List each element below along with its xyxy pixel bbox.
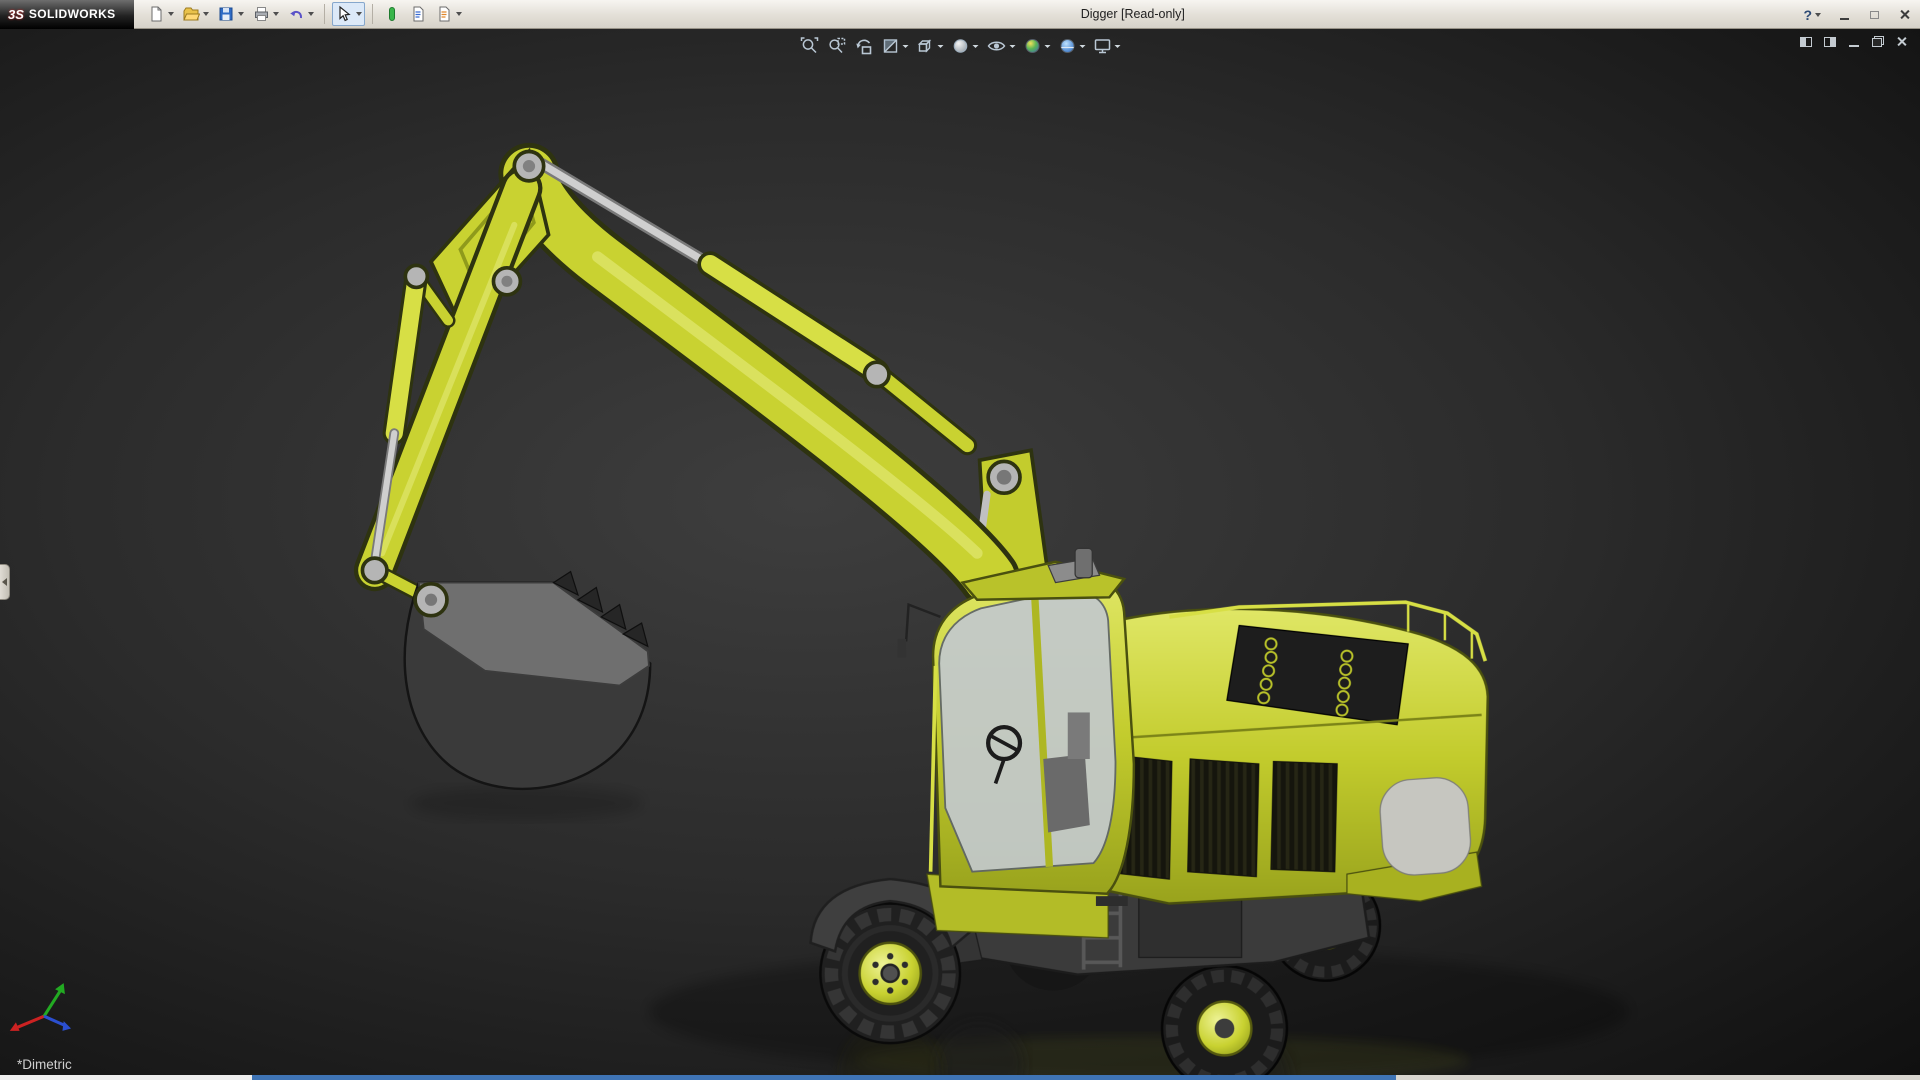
heads-up-view-toolbar	[791, 32, 1130, 60]
brand-mark: 3S	[8, 6, 24, 22]
statusbar-segment	[0, 1075, 252, 1080]
bucket	[403, 570, 652, 791]
section-view-button[interactable]	[878, 34, 912, 58]
previous-view-button[interactable]	[851, 34, 877, 58]
open-folder-icon	[183, 7, 200, 21]
previous-view-icon	[856, 39, 872, 55]
standard-toolbar	[144, 2, 465, 26]
chevron-down-icon	[356, 12, 362, 16]
new-document-button[interactable]	[144, 2, 177, 26]
chevron-down-icon	[308, 12, 314, 16]
boom-arm	[353, 142, 1051, 609]
chevron-down-icon	[902, 44, 909, 48]
chevron-down-icon	[456, 12, 462, 16]
statusbar-sliver	[0, 1075, 1920, 1080]
select-button[interactable]	[332, 2, 365, 26]
file-properties-button[interactable]	[406, 2, 430, 26]
zoom-to-area-icon	[829, 37, 846, 54]
pane-left-icon	[1799, 36, 1812, 47]
help-button[interactable]: ?	[1800, 3, 1824, 27]
section-view-icon	[883, 39, 898, 53]
undo-arrow-icon	[290, 10, 302, 19]
pane-toggle-left-button[interactable]	[1797, 34, 1814, 49]
minimize-icon	[1839, 17, 1849, 20]
close-button[interactable]	[1894, 6, 1914, 24]
chevron-down-icon	[937, 44, 944, 48]
document-title: Digger [Read-only]	[1080, 7, 1185, 21]
options-button[interactable]	[432, 2, 465, 26]
rebuild-icon	[389, 7, 395, 21]
feature-tree-expand-tab[interactable]	[0, 564, 10, 600]
help-icon: ?	[1803, 6, 1812, 23]
chevron-down-icon	[1114, 44, 1121, 48]
minimize-document-button[interactable]	[1845, 34, 1862, 49]
statusbar-segment	[1395, 1075, 1920, 1080]
select-cursor-icon	[339, 5, 351, 22]
chevron-down-icon	[1009, 44, 1016, 48]
zoom-to-fit-icon	[800, 37, 819, 54]
graphics-viewport[interactable]: *Dimetric	[0, 29, 1920, 1075]
view-settings-icon	[1094, 39, 1111, 54]
toolbar-separator	[372, 4, 373, 24]
title-bar: 3S SOLIDWORKS Digger [Read-only] ?	[0, 0, 1920, 29]
chevron-down-icon	[972, 44, 979, 48]
chevron-down-icon	[203, 12, 209, 16]
cab	[897, 547, 1136, 906]
close-icon	[1896, 36, 1907, 47]
document-window-controls	[1797, 34, 1910, 49]
display-style-icon	[953, 39, 968, 53]
apply-scene-button[interactable]	[1055, 34, 1089, 58]
edit-appearance-icon	[1025, 39, 1040, 53]
pane-right-icon	[1823, 36, 1836, 47]
chevron-down-icon	[238, 12, 244, 16]
open-button[interactable]	[179, 2, 212, 26]
display-style-button[interactable]	[948, 34, 982, 58]
minimize-icon	[1848, 45, 1859, 47]
window-controls: ?	[1800, 0, 1914, 29]
maximize-button[interactable]	[1864, 6, 1884, 24]
print-icon	[255, 7, 268, 21]
zoom-to-area-button[interactable]	[824, 34, 850, 58]
chevron-left-icon	[2, 578, 7, 586]
save-button[interactable]	[214, 2, 247, 26]
zoom-to-fit-button[interactable]	[797, 34, 823, 58]
save-floppy-icon	[219, 7, 233, 21]
chevron-down-icon	[1815, 12, 1821, 17]
minimize-button[interactable]	[1834, 6, 1854, 24]
maximize-icon	[1869, 10, 1879, 19]
view-orientation-icon	[917, 39, 932, 53]
pane-toggle-right-button[interactable]	[1821, 34, 1838, 49]
chevron-down-icon	[168, 12, 174, 16]
statusbar-progress-segment	[251, 1075, 1396, 1080]
file-properties-icon	[413, 6, 424, 22]
options-icon	[439, 6, 450, 22]
apply-scene-icon	[1060, 39, 1075, 53]
excavator-model-canvas[interactable]	[0, 29, 1920, 1075]
chevron-down-icon	[273, 12, 279, 16]
view-orientation-button[interactable]	[913, 34, 947, 58]
view-settings-button[interactable]	[1090, 34, 1124, 58]
print-button[interactable]	[249, 2, 282, 26]
reference-triad	[9, 983, 72, 1031]
edit-appearance-button[interactable]	[1020, 34, 1054, 58]
solidworks-logo: 3S SOLIDWORKS	[0, 0, 134, 29]
close-document-button[interactable]	[1893, 34, 1910, 49]
chevron-down-icon	[1044, 44, 1051, 48]
rebuild-button[interactable]	[380, 2, 404, 26]
undo-button[interactable]	[284, 2, 317, 26]
view-orientation-label: *Dimetric	[17, 1057, 72, 1072]
hide-show-items-button[interactable]	[983, 34, 1019, 58]
chevron-down-icon	[1079, 44, 1086, 48]
restore-icon	[1871, 36, 1884, 47]
brand-text: SOLIDWORKS	[28, 7, 116, 21]
new-document-icon	[151, 6, 162, 22]
close-icon	[1899, 9, 1910, 20]
restore-document-button[interactable]	[1869, 34, 1886, 49]
toolbar-separator	[324, 4, 325, 24]
hide-show-items-icon	[987, 41, 1006, 51]
solidworks-window: 3S SOLIDWORKS Digger [Read-only] ? *Dime…	[0, 0, 1920, 1080]
